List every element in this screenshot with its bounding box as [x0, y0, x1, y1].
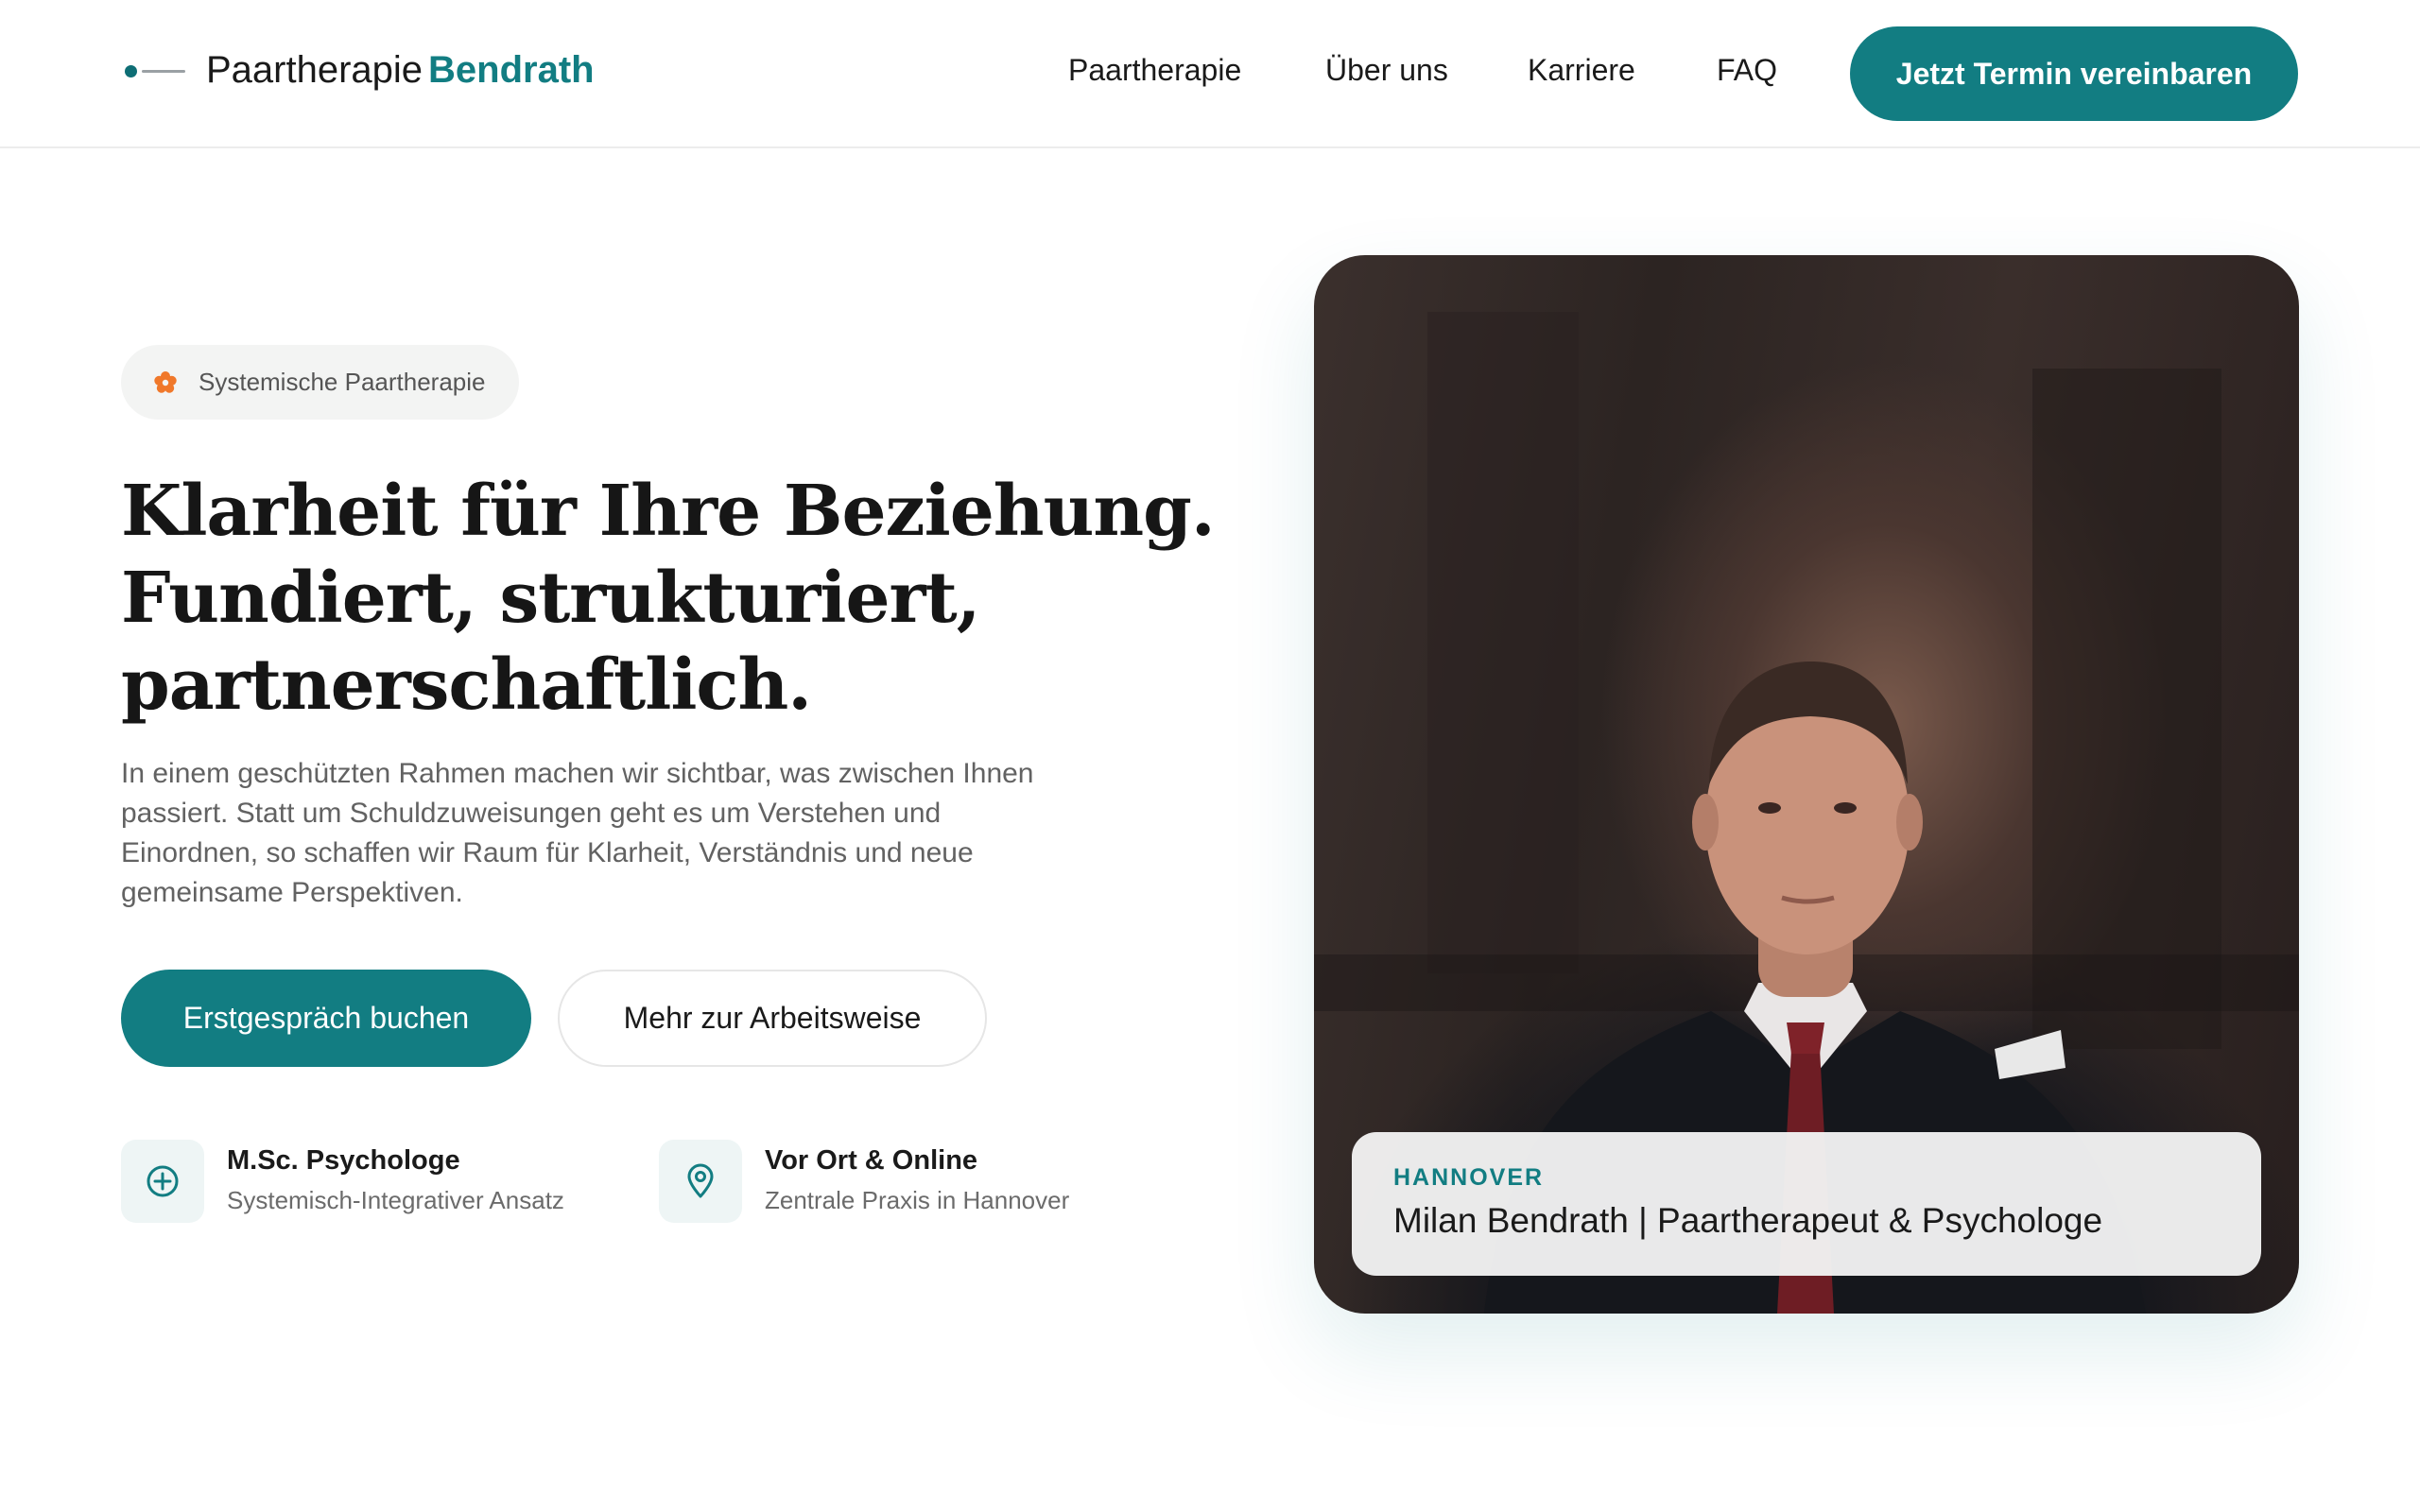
caption-name: Milan Bendrath | Paartherapeut & Psychol…	[1393, 1201, 2103, 1240]
feature-location: Vor Ort & Online Zentrale Praxis in Hann…	[659, 1140, 1069, 1223]
logo-text: Paartherapie Bendrath	[206, 49, 595, 92]
book-appointment-button[interactable]: Jetzt Termin vereinbaren	[1850, 26, 2298, 121]
logo-text-regular: Paartherapie	[206, 49, 424, 91]
caption-location: HANNOVER	[1393, 1164, 1545, 1191]
feature-subtitle: Systemisch-Integrativer Ansatz	[227, 1186, 564, 1214]
feature-title: Vor Ort & Online	[765, 1145, 978, 1176]
logo-text-bold: Bendrath	[428, 49, 595, 91]
book-first-session-button[interactable]: Erstgespräch buchen	[121, 970, 531, 1067]
hero-description: In einem geschützten Rahmen machen wir s…	[121, 758, 1034, 908]
feature-title: M.Sc. Psychologe	[227, 1145, 460, 1176]
hero-headline: Klarheit für Ihre Beziehung. Fundiert, s…	[121, 468, 1218, 729]
logo-mark-icon	[121, 61, 189, 80]
nav-item-karriere[interactable]: Karriere	[1528, 53, 1635, 88]
category-badge: Systemische Paartherapie	[121, 345, 520, 420]
badge-label: Systemische Paartherapie	[199, 368, 486, 396]
photo-caption: HANNOVER Milan Bendrath | Paartherapeut …	[1352, 1132, 2261, 1276]
nav-item-faq[interactable]: FAQ	[1717, 53, 1777, 88]
logo[interactable]: Paartherapie Bendrath	[121, 49, 595, 92]
headline-line-1: Klarheit für Ihre Beziehung.	[121, 471, 1216, 552]
plus-circle-icon	[121, 1140, 204, 1223]
learn-approach-button[interactable]: Mehr zur Arbeitsweise	[558, 970, 987, 1067]
nav-item-paartherapie[interactable]: Paartherapie	[1068, 53, 1241, 88]
site-header: Paartherapie Bendrath Paartherapie Über u…	[0, 0, 2420, 148]
map-pin-icon	[659, 1140, 742, 1223]
feature-subtitle: Zentrale Praxis in Hannover	[765, 1186, 1070, 1214]
headline-line-3: partnerschaftlich.	[121, 644, 812, 726]
feature-qualification: M.Sc. Psychologe Systemisch-Integrativer…	[121, 1140, 564, 1223]
flower-icon	[154, 370, 177, 393]
nav-item-ueber-uns[interactable]: Über uns	[1325, 53, 1448, 88]
headline-line-2: Fundiert, strukturiert,	[121, 558, 980, 639]
